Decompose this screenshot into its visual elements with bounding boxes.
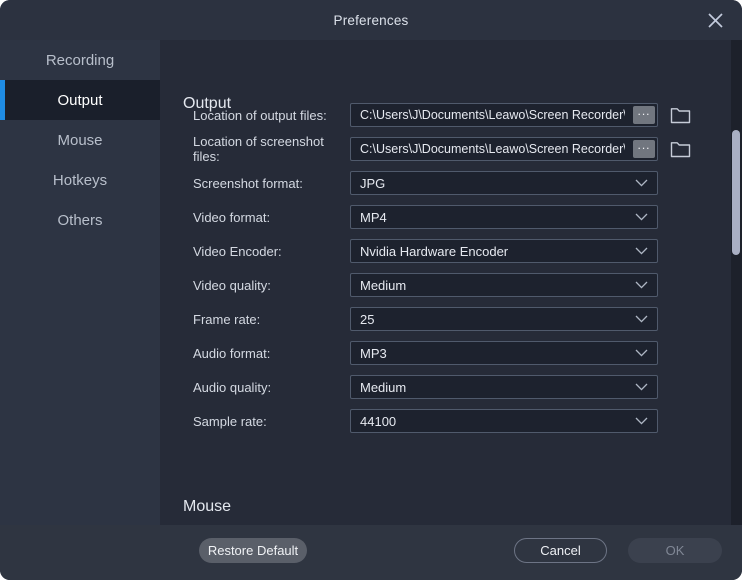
- field-label: Sample rate:: [193, 414, 350, 429]
- form-row-screenshot-format: Screenshot format: JPG: [193, 171, 658, 195]
- video-format-select[interactable]: MP4: [350, 205, 658, 229]
- sidebar-item-label: Recording: [46, 52, 114, 69]
- footer-bar: Restore Default Cancel OK: [0, 525, 742, 580]
- section-title-mouse: Mouse: [183, 498, 231, 516]
- field-label: Audio quality:: [193, 380, 350, 395]
- folder-icon: [670, 107, 691, 124]
- form-row-audio-quality: Audio quality: Medium: [193, 375, 658, 399]
- field-label: Video format:: [193, 210, 350, 225]
- field-label: Screenshot format:: [193, 176, 350, 191]
- settings-panel: Output Location of output files: C:\User…: [160, 40, 742, 525]
- chevron-down-icon: [635, 315, 648, 323]
- sidebar-item-label: Mouse: [57, 132, 102, 149]
- open-folder-button[interactable]: [669, 105, 691, 125]
- browse-button[interactable]: ...: [633, 106, 655, 124]
- window-title: Preferences: [334, 13, 409, 28]
- screenshot-format-select[interactable]: JPG: [350, 171, 658, 195]
- field-label: Location of output files:: [193, 108, 350, 123]
- titlebar: Preferences: [0, 0, 742, 40]
- sidebar-item-hotkeys[interactable]: Hotkeys: [0, 160, 160, 200]
- folder-icon: [670, 141, 691, 158]
- form-row-video-format: Video format: MP4: [193, 205, 658, 229]
- form-row-video-quality: Video quality: Medium: [193, 273, 658, 297]
- cancel-button[interactable]: Cancel: [514, 538, 607, 563]
- main-area: Recording Output Mouse Hotkeys Others Ou…: [0, 40, 742, 525]
- sample-rate-select[interactable]: 44100: [350, 409, 658, 433]
- sidebar-item-label: Others: [57, 212, 102, 229]
- form-row-audio-format: Audio format: MP3: [193, 341, 658, 365]
- form-row-output-location: Location of output files: C:\Users\J\Doc…: [193, 103, 691, 127]
- video-quality-select[interactable]: Medium: [350, 273, 658, 297]
- sidebar-item-mouse[interactable]: Mouse: [0, 120, 160, 160]
- sidebar-item-others[interactable]: Others: [0, 200, 160, 240]
- audio-format-select[interactable]: MP3: [350, 341, 658, 365]
- form-row-frame-rate: Frame rate: 25: [193, 307, 658, 331]
- close-icon: [707, 12, 724, 29]
- field-label: Frame rate:: [193, 312, 350, 327]
- screenshot-location-value: C:\Users\J\Documents\Leawo\Screen Record…: [351, 142, 625, 156]
- output-location-value: C:\Users\J\Documents\Leawo\Screen Record…: [351, 108, 625, 122]
- sidebar-item-recording[interactable]: Recording: [0, 40, 160, 80]
- sidebar-item-output[interactable]: Output: [0, 80, 160, 120]
- scrollbar-thumb[interactable]: [732, 130, 740, 255]
- chevron-down-icon: [635, 349, 648, 357]
- restore-default-button[interactable]: Restore Default: [199, 538, 307, 563]
- browse-button[interactable]: ...: [633, 140, 655, 158]
- chevron-down-icon: [635, 213, 648, 221]
- audio-quality-select[interactable]: Medium: [350, 375, 658, 399]
- form-row-video-encoder: Video Encoder: Nvidia Hardware Encoder: [193, 239, 658, 263]
- preferences-window: Preferences Recording Output Mouse Hotke…: [0, 0, 742, 580]
- output-location-field[interactable]: C:\Users\J\Documents\Leawo\Screen Record…: [350, 103, 658, 127]
- form-row-screenshot-location: Location of screenshot files: C:\Users\J…: [193, 137, 691, 161]
- chevron-down-icon: [635, 179, 648, 187]
- close-button[interactable]: [704, 9, 726, 31]
- chevron-down-icon: [635, 383, 648, 391]
- sidebar-item-label: Output: [57, 92, 102, 109]
- scrollbar[interactable]: [731, 40, 742, 525]
- video-encoder-select[interactable]: Nvidia Hardware Encoder: [350, 239, 658, 263]
- chevron-down-icon: [635, 247, 648, 255]
- field-label: Video quality:: [193, 278, 350, 293]
- frame-rate-select[interactable]: 25: [350, 307, 658, 331]
- form-row-sample-rate: Sample rate: 44100: [193, 409, 658, 433]
- open-folder-button[interactable]: [669, 139, 691, 159]
- sidebar: Recording Output Mouse Hotkeys Others: [0, 40, 160, 525]
- sidebar-item-label: Hotkeys: [53, 172, 107, 189]
- field-label: Location of screenshot files:: [193, 134, 350, 164]
- screenshot-location-field[interactable]: C:\Users\J\Documents\Leawo\Screen Record…: [350, 137, 658, 161]
- field-label: Audio format:: [193, 346, 350, 361]
- chevron-down-icon: [635, 417, 648, 425]
- field-label: Video Encoder:: [193, 244, 350, 259]
- ok-button[interactable]: OK: [628, 538, 722, 563]
- chevron-down-icon: [635, 281, 648, 289]
